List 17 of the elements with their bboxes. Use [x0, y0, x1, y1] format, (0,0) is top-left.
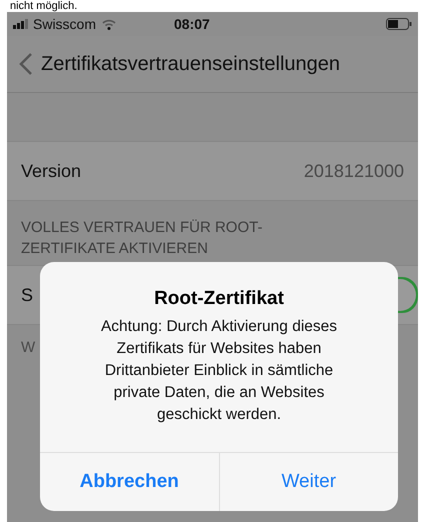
carrier-text: Swisscom	[33, 16, 96, 32]
continue-button[interactable]: Weiter	[218, 453, 398, 511]
nav-title: Zertifikatsvertrauenseinstellungen	[41, 52, 340, 76]
version-value: 2018121000	[304, 160, 404, 182]
switch-label: S	[21, 284, 34, 306]
alert-message: Achtung: Durch Aktivierung dieses Zertifikats für Websites haben Drittanbieter Einblick in sämtliche private Daten, die an Websites geschickt werden.	[100, 317, 338, 425]
section-header: VOLLES VERTRAUEN FÜR ROOT-ZERTIFIKATE AKTIVIEREN	[20, 218, 264, 259]
cancel-button[interactable]: Abbrechen	[40, 453, 218, 511]
version-label: Version	[21, 160, 82, 182]
back-icon[interactable]	[19, 52, 33, 76]
footer-text: W	[21, 339, 36, 356]
time-text: 08:07	[174, 16, 210, 32]
battery-icon	[386, 18, 412, 30]
alert-title: Root-Zertifikat	[153, 288, 285, 310]
signal-icon	[13, 19, 29, 29]
wifi-icon	[102, 18, 116, 30]
caption-text: nicht möglich.	[9, 0, 78, 12]
